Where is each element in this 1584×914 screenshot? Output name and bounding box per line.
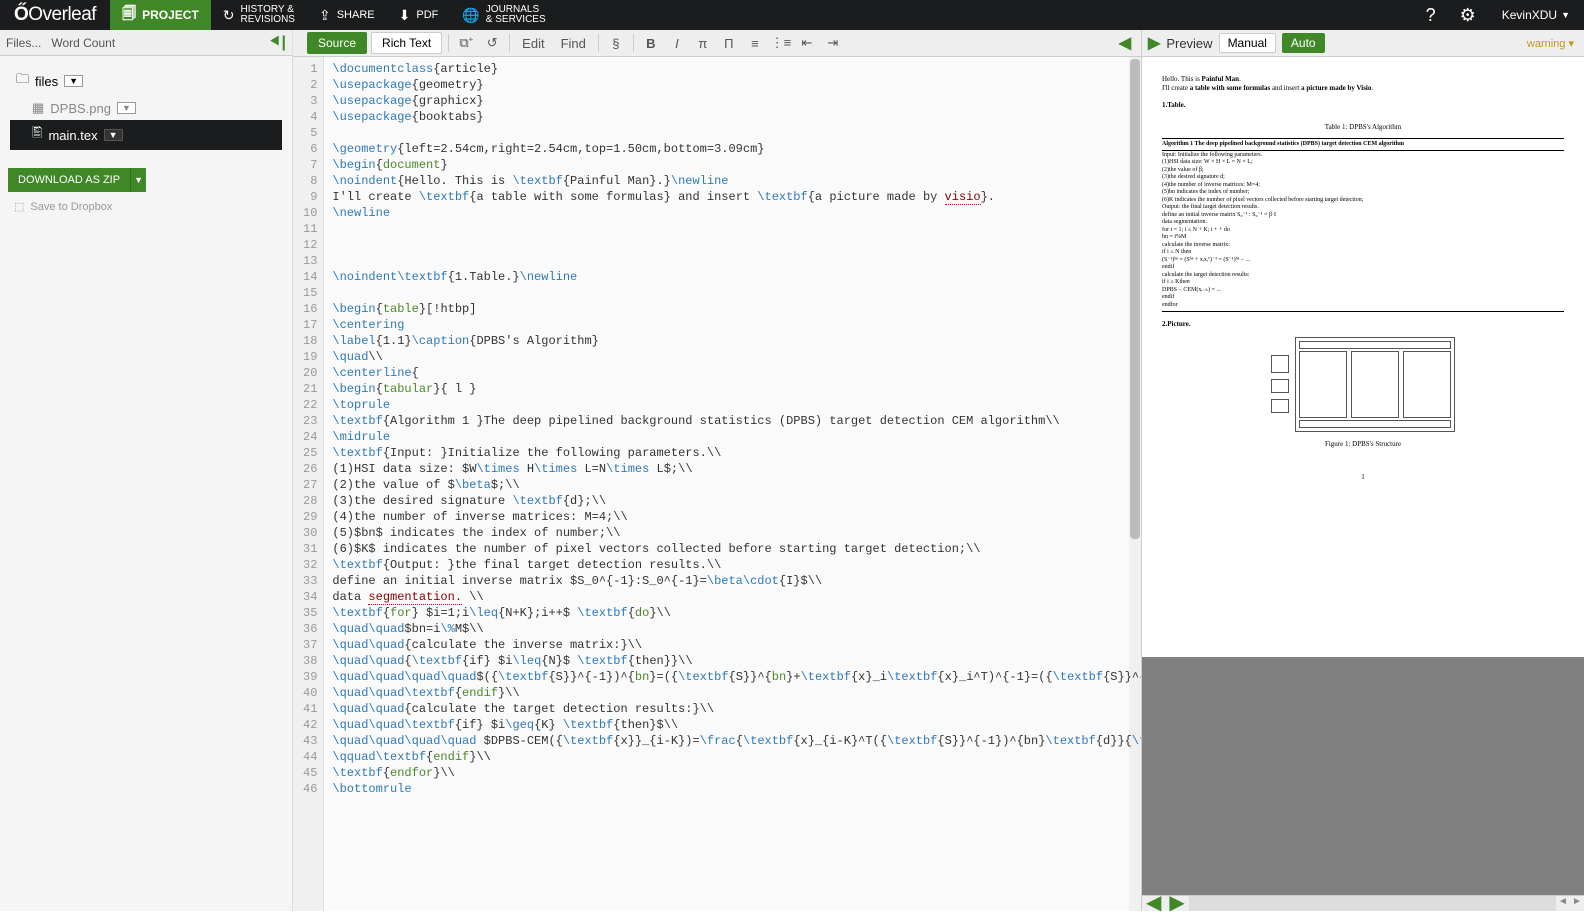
pdf-figure <box>1162 337 1564 432</box>
numbered-list-button[interactable]: ≡ <box>744 32 766 54</box>
file-row-png[interactable]: ▦ DPBS.png ▼ <box>10 96 282 120</box>
word-count-tab[interactable]: Word Count <box>51 36 115 50</box>
gear-icon: ⚙ <box>1460 5 1476 26</box>
file-menu-button[interactable]: ▼ <box>117 102 136 114</box>
pdf-button[interactable]: ⬇ PDF <box>387 0 451 30</box>
top-toolbar: ŐOverleaf 🗐 PROJECT ↻ HISTORY &REVISIONS… <box>0 0 1584 30</box>
preview-label: Preview <box>1166 36 1212 51</box>
file-icon: 🖺 <box>32 124 42 146</box>
help-button[interactable]: ? <box>1414 0 1448 30</box>
line-gutter: 1234567891011121314151617181920212223242… <box>293 57 324 911</box>
user-menu[interactable]: KevinXDU▼ <box>1488 0 1584 30</box>
expand-preview-icon[interactable]: ▶ <box>1148 33 1160 53</box>
history-button[interactable]: ↻ HISTORY &REVISIONS <box>211 0 307 30</box>
collapse-right-icon[interactable]: ◀ <box>1113 33 1137 53</box>
folder-row[interactable]: 🗀 files ▼ <box>10 66 282 96</box>
pdf-page: Hello. This is Painful Man. I'll create … <box>1142 57 1584 657</box>
download-caret-button[interactable]: ▼ <box>130 168 146 192</box>
preview-scroll[interactable]: Hello. This is Painful Man. I'll create … <box>1142 57 1584 895</box>
share-icon: ⇪ <box>319 7 331 24</box>
bullet-list-button[interactable]: ⋮≡ <box>770 32 792 54</box>
file-tree-pane: Files... Word Count ⯇| 🗀 files ▼ ▦ DPBS.… <box>0 30 293 911</box>
preview-pane: ▶ Preview Manual Auto warning ▾ Hello. T… <box>1141 30 1584 911</box>
history-button-small[interactable]: ↺ <box>481 32 503 54</box>
settings-button[interactable]: ⚙ <box>1448 0 1488 30</box>
download-zip-button[interactable]: DOWNLOAD AS ZIP <box>8 168 130 192</box>
file-menu-button[interactable]: ▼ <box>104 129 123 141</box>
indent-button[interactable]: ⇥ <box>822 32 844 54</box>
sync-right-button[interactable]: ▶ <box>1165 896 1188 911</box>
italic-button[interactable]: I <box>666 32 688 54</box>
code-content[interactable]: \documentclass{article}\usepackage{geome… <box>324 57 1141 911</box>
collapse-left-icon[interactable]: ⯇| <box>269 34 286 52</box>
insert-figure-button[interactable]: ⧉⁺ <box>455 32 477 54</box>
bigpi-button[interactable]: Π <box>718 32 740 54</box>
rich-text-tab[interactable]: Rich Text <box>371 32 442 54</box>
pi-button[interactable]: π <box>692 32 714 54</box>
journals-button[interactable]: 🌐 JOURNALS& SERVICES <box>450 0 557 30</box>
section-button[interactable]: § <box>605 32 627 54</box>
copy-icon: 🗐 <box>122 3 136 27</box>
edit-menu[interactable]: Edit <box>516 32 550 54</box>
scroll-right-button[interactable]: ► <box>1570 896 1584 911</box>
dropbox-icon: ⬚ <box>14 200 24 213</box>
bold-button[interactable]: B <box>640 32 662 54</box>
save-dropbox-button[interactable]: ⬚ Save to Dropbox <box>0 200 292 213</box>
chevron-down-icon: ▼ <box>1561 10 1570 20</box>
file-row-tex[interactable]: 🖺 main.tex ▼ <box>10 120 282 150</box>
folder-icon: 🗀 <box>16 70 29 92</box>
warning-button[interactable]: warning ▾ <box>1523 35 1578 52</box>
history-icon: ↻ <box>223 7 235 24</box>
manual-tab[interactable]: Manual <box>1219 33 1276 53</box>
globe-icon: 🌐 <box>462 7 479 24</box>
image-icon: ▦ <box>32 100 44 116</box>
editor-scrollbar[interactable] <box>1129 57 1141 911</box>
help-icon: ? <box>1426 5 1436 26</box>
code-editor[interactable]: 1234567891011121314151617181920212223242… <box>293 57 1141 911</box>
scroll-left-button[interactable]: ◄ <box>1556 896 1570 911</box>
share-button[interactable]: ⇪ SHARE <box>307 0 387 30</box>
files-tab[interactable]: Files... <box>6 36 41 50</box>
project-button[interactable]: 🗐 PROJECT <box>110 0 211 30</box>
outdent-button[interactable]: ⇤ <box>796 32 818 54</box>
preview-hscroll[interactable] <box>1189 896 1556 911</box>
source-tab[interactable]: Source <box>307 32 367 54</box>
find-menu[interactable]: Find <box>555 32 592 54</box>
editor-pane: Source Rich Text ⧉⁺ ↺ Edit Find § B I π … <box>293 30 1141 911</box>
sync-left-button[interactable]: ◀ <box>1142 896 1165 911</box>
auto-tab[interactable]: Auto <box>1282 33 1325 53</box>
folder-menu-button[interactable]: ▼ <box>64 75 83 87</box>
pdf-icon: ⬇ <box>399 7 411 24</box>
overleaf-logo[interactable]: ŐOverleaf <box>0 0 110 30</box>
